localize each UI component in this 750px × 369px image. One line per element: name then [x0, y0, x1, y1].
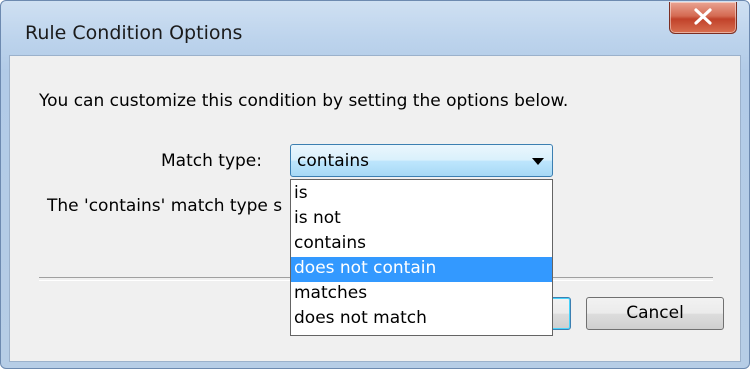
match-type-dropdown-list: is is not contains does not contain matc… — [290, 179, 553, 336]
close-button[interactable] — [669, 2, 737, 34]
dialog-title: Rule Condition Options — [25, 22, 243, 44]
option-does-not-match[interactable]: does not match — [291, 307, 552, 332]
close-icon — [694, 8, 712, 25]
option-matches[interactable]: matches — [291, 282, 552, 307]
option-is[interactable]: is — [291, 182, 552, 207]
dialog-window: Rule Condition Options You can customize… — [0, 0, 750, 369]
chevron-down-icon — [532, 158, 544, 165]
option-is-not[interactable]: is not — [291, 207, 552, 232]
option-does-not-contain[interactable]: does not contain — [291, 257, 552, 282]
match-type-info-text: The 'contains' match type s — [47, 196, 283, 216]
cancel-button[interactable]: Cancel — [586, 297, 724, 330]
option-contains[interactable]: contains — [291, 232, 552, 257]
match-type-selected-value: contains — [297, 151, 369, 171]
match-type-select[interactable]: contains — [290, 144, 553, 177]
description-text: You can customize this condition by sett… — [39, 91, 569, 111]
match-type-label: Match type: — [161, 151, 262, 171]
